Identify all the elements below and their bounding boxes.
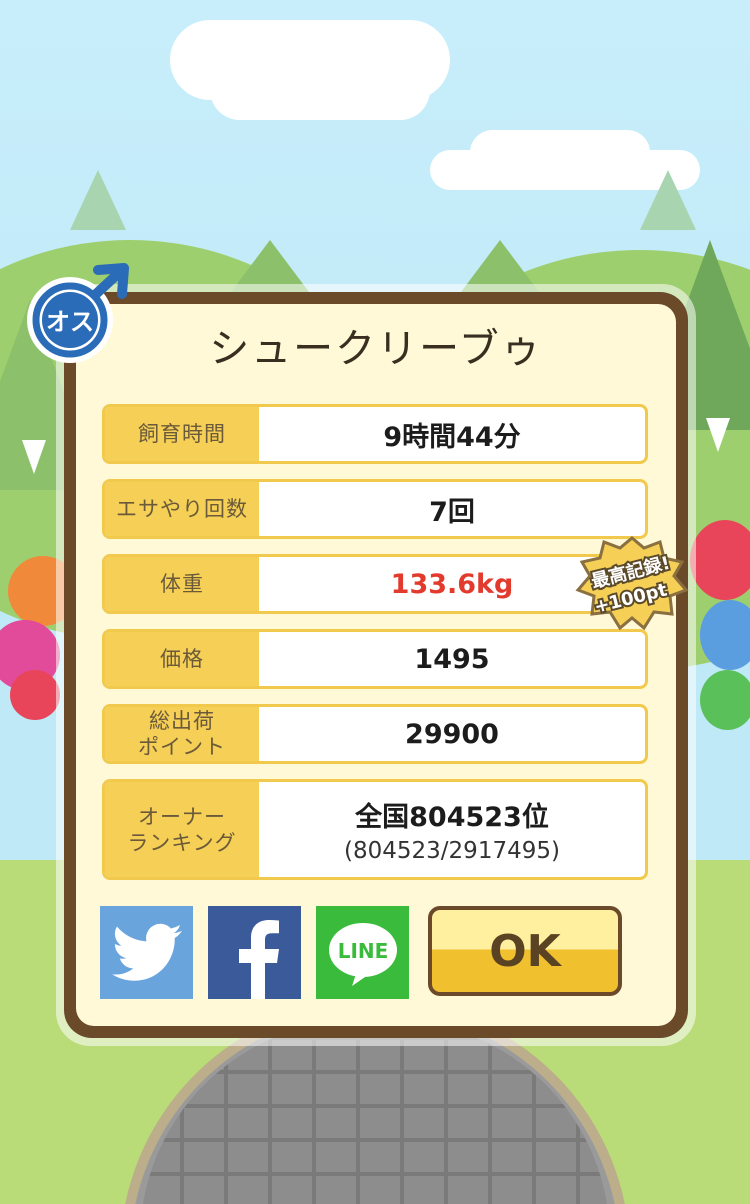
stat-row-shipping-points: 総出荷 ポイント 29900 [102, 704, 648, 764]
stat-value: 1495 [414, 643, 490, 675]
stat-value: 9時間44分 [383, 421, 521, 453]
tree [640, 170, 696, 230]
stat-label: 価格 [105, 632, 259, 686]
stat-label: 総出荷 ポイント [105, 707, 259, 761]
ok-button[interactable]: OK [428, 906, 622, 996]
stat-label: オーナー ランキング [105, 782, 259, 877]
twitter-share-button[interactable] [100, 906, 193, 999]
line-bubble-icon: LINE [328, 922, 397, 986]
stat-row-feeding-time: 飼育時間 9時間44分 [102, 404, 648, 464]
stat-label: エサやり回数 [105, 482, 259, 536]
record-badge: 最高記録! +100pt [575, 536, 689, 631]
stat-row-price: 価格 1495 [102, 629, 648, 689]
line-share-button[interactable]: LINE [316, 906, 409, 999]
cloud [470, 130, 650, 175]
stat-label: 体重 [105, 557, 259, 611]
balloon [700, 670, 750, 730]
tree [70, 170, 126, 230]
cloud [210, 60, 430, 120]
facebook-f-icon [238, 920, 279, 999]
bunting-flag [706, 418, 730, 452]
ranking-detail: (804523/2917495) [344, 838, 560, 864]
balloon [10, 670, 60, 720]
stat-label: 飼育時間 [105, 407, 259, 461]
bunting-flag [22, 440, 46, 474]
stat-row-weight: 体重 133.6kg [102, 554, 648, 614]
stat-value: 7回 [429, 496, 475, 528]
line-label: LINE [337, 939, 388, 963]
stat-row-feed-count: エサやり回数 7回 [102, 479, 648, 539]
twitter-bird-icon [111, 923, 182, 981]
ok-button-label: OK [489, 925, 561, 977]
stat-value: 29900 [405, 718, 499, 750]
facebook-share-button[interactable] [208, 906, 301, 999]
stat-value-group: 全国804523位 (804523/2917495) [259, 782, 645, 877]
pet-name: シュークリーブゥ [209, 326, 543, 372]
stat-row-owner-ranking: オーナー ランキング 全国804523位 (804523/2917495) [102, 779, 648, 880]
ranking-value: 全国804523位 [355, 802, 549, 833]
